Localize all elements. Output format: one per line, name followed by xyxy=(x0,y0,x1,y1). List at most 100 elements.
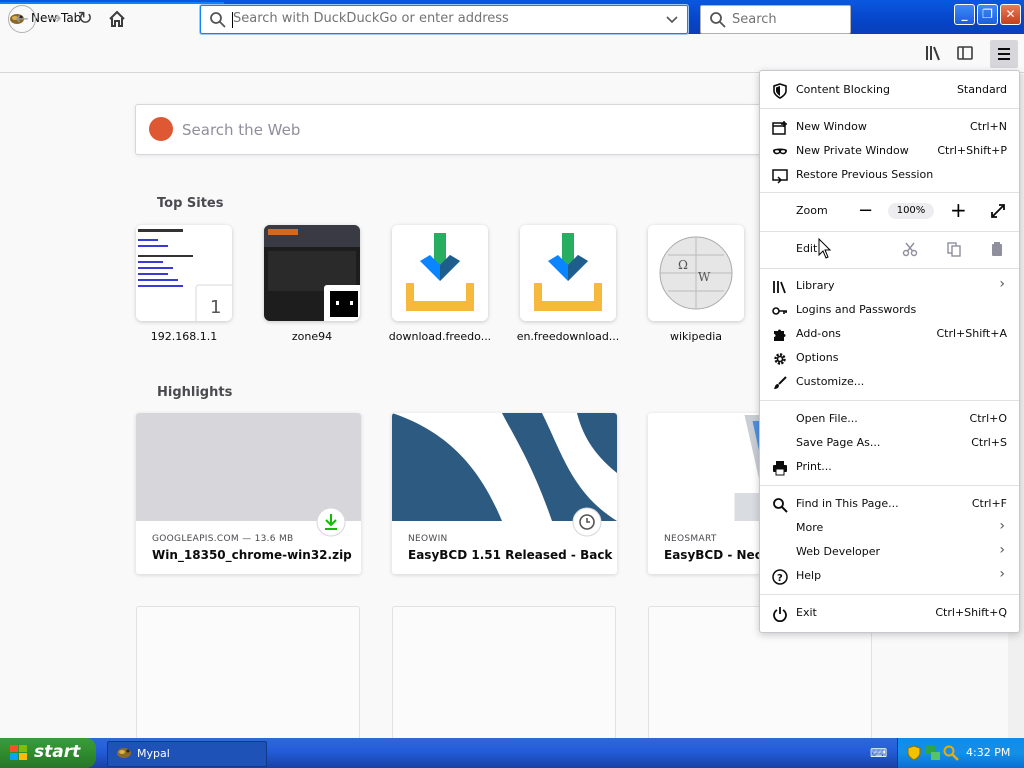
top-site-tile[interactable] xyxy=(392,225,488,321)
menu-divider xyxy=(760,108,1019,109)
svg-text:Ω: Ω xyxy=(678,258,688,272)
top-site-label: zone94 xyxy=(291,330,333,343)
chevron-right-icon: › xyxy=(999,566,1005,582)
menu-item-library[interactable]: Library › xyxy=(760,275,1019,299)
highlight-card[interactable]: GOOGLEAPIS.COM — 13.6 MB Win_18350_chrom… xyxy=(136,413,361,574)
menu-item-new-window[interactable]: New Window Ctrl+N xyxy=(760,116,1019,140)
menu-label: Library xyxy=(796,279,835,292)
menu-item-logins[interactable]: Logins and Passwords xyxy=(760,299,1019,323)
menu-label: Print... xyxy=(796,460,832,473)
menu-item-help[interactable]: ? Help › xyxy=(760,565,1019,589)
menu-shortcut: Ctrl+Shift+P xyxy=(937,144,1007,157)
menu-item-more[interactable]: More › xyxy=(760,517,1019,541)
top-site-tile[interactable]: ΩW xyxy=(648,225,744,321)
cut-icon[interactable] xyxy=(902,241,918,257)
clock-icon xyxy=(572,507,602,537)
fullscreen-icon[interactable] xyxy=(990,203,1006,219)
clock: 4:32 PM xyxy=(966,746,1011,759)
puzzle-piece-icon xyxy=(774,329,786,341)
web-search-box[interactable]: Search the Web xyxy=(135,104,837,155)
back-arrow-icon[interactable]: ← xyxy=(8,5,36,33)
web-search-placeholder: Search the Web xyxy=(182,121,301,139)
menu-shortcut: Ctrl+O xyxy=(969,412,1007,425)
window-minimize-button[interactable]: _ xyxy=(954,4,975,25)
menu-item-new-private-window[interactable]: New Private Window Ctrl+Shift+P xyxy=(760,140,1019,164)
start-button[interactable]: start xyxy=(0,738,96,768)
card-source: NEOWIN xyxy=(408,534,448,544)
top-site-tile[interactable] xyxy=(264,225,360,321)
menu-label: Web Developer xyxy=(796,545,881,558)
menu-item-addons[interactable]: Add-ons Ctrl+Shift+A xyxy=(760,323,1019,347)
menu-label: Content Blocking xyxy=(796,83,891,96)
library-icon[interactable] xyxy=(924,44,942,62)
start-label: start xyxy=(34,742,81,762)
reload-icon[interactable]: ↻ xyxy=(74,8,96,30)
menu-item-web-developer[interactable]: Web Developer › xyxy=(760,541,1019,565)
menu-item-content-blocking[interactable]: Content Blocking Standard xyxy=(760,79,1019,103)
power-icon xyxy=(773,607,787,622)
taskbar-item-label: Mypal xyxy=(137,747,170,760)
chevron-down-icon[interactable] xyxy=(665,10,679,30)
menu-divider xyxy=(760,231,1019,232)
search-placeholder: Search xyxy=(732,12,777,27)
zoom-out-button[interactable]: − xyxy=(858,200,873,221)
top-sites-title: Top Sites xyxy=(157,196,224,211)
top-site-label: en.freedownload... xyxy=(516,330,620,343)
search-icon xyxy=(210,12,226,28)
zoom-in-button[interactable]: + xyxy=(950,198,967,222)
forward-arrow-icon[interactable]: → xyxy=(43,8,65,30)
card-title: EasyBCD 1.51 Released - Back Pa... xyxy=(408,548,617,562)
top-site-badge: 1 xyxy=(210,297,222,318)
highlight-card[interactable]: NEOSMART EasyBCD - NeoSm xyxy=(648,413,760,574)
window-close-button[interactable]: ✕ xyxy=(1000,4,1021,25)
help-icon: ? xyxy=(772,569,788,585)
security-shield-icon[interactable] xyxy=(907,745,921,761)
url-placeholder: Search with DuckDuckGo or enter address xyxy=(233,11,509,26)
menu-label: Find in This Page... xyxy=(796,497,899,510)
search-bar[interactable]: Search xyxy=(700,5,851,34)
sidebar-icon[interactable] xyxy=(956,44,974,62)
magnifier-tray-icon[interactable] xyxy=(943,745,959,761)
menu-label: Edit xyxy=(796,242,818,255)
svg-text:?: ? xyxy=(777,573,783,584)
network-icon[interactable] xyxy=(925,745,941,761)
menu-item-customize[interactable]: Customize... xyxy=(760,371,1019,395)
top-site-tile[interactable]: 1 xyxy=(136,225,232,321)
navigation-toolbar xyxy=(0,34,1024,73)
top-site-label: 192.168.1.1 xyxy=(150,330,218,343)
url-bar[interactable]: Search with DuckDuckGo or enter address xyxy=(200,5,688,34)
menu-shortcut: Ctrl+Shift+Q xyxy=(935,606,1007,619)
menu-item-open-file[interactable]: Open File... Ctrl+O xyxy=(760,408,1019,432)
menu-label: Add-ons xyxy=(796,327,841,340)
window-maximize-button[interactable]: ❐ xyxy=(977,4,998,25)
card-title: EasyBCD - NeoSm xyxy=(664,548,760,562)
menu-item-options[interactable]: Options xyxy=(760,347,1019,371)
zoom-value[interactable]: 100% xyxy=(888,203,934,219)
menu-value: Standard xyxy=(956,83,1007,96)
menu-button[interactable] xyxy=(990,40,1018,68)
menu-item-save-page[interactable]: Save Page As... Ctrl+S xyxy=(760,432,1019,456)
highlight-card[interactable]: NEOWIN EasyBCD 1.51 Released - Back Pa..… xyxy=(392,413,617,574)
menu-item-print[interactable]: Print... xyxy=(760,456,1019,480)
restore-session-icon xyxy=(772,169,788,184)
menu-item-restore-session[interactable]: Restore Previous Session xyxy=(760,164,1019,188)
menu-divider xyxy=(760,192,1019,193)
empty-card-placeholder xyxy=(136,606,360,746)
keyboard-icon[interactable]: ⌨ xyxy=(870,746,887,760)
menu-label: More xyxy=(796,521,824,534)
windows-logo-icon xyxy=(10,745,27,760)
taskbar-item-mypal[interactable]: Mypal xyxy=(107,741,267,767)
menu-item-find[interactable]: Find in This Page... Ctrl+F xyxy=(760,493,1019,517)
paste-icon[interactable] xyxy=(989,241,1005,257)
shield-icon xyxy=(773,83,787,99)
menu-divider xyxy=(760,594,1019,595)
top-site-tile[interactable] xyxy=(520,225,616,321)
menu-item-exit[interactable]: Exit Ctrl+Shift+Q xyxy=(760,602,1019,626)
copy-icon[interactable] xyxy=(946,241,962,257)
menu-label: Save Page As... xyxy=(796,436,881,449)
search-icon xyxy=(773,498,788,513)
menu-label: Zoom xyxy=(796,204,828,217)
menu-label: Help xyxy=(796,569,822,582)
page-thumbnail-image xyxy=(264,225,360,321)
home-icon[interactable] xyxy=(106,8,128,30)
